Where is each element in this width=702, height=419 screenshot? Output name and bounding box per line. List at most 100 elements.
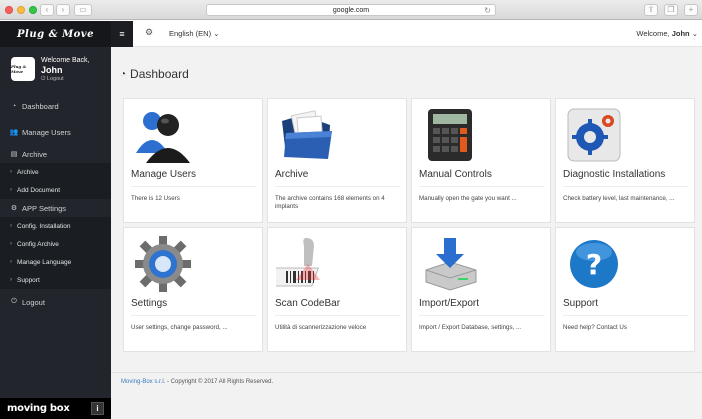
card-description: Manually open the gate you want ... [419, 186, 544, 203]
card-description: Need help? Contact Us [563, 315, 688, 332]
sidebar-subitem-add-document[interactable]: › Add Document [0, 181, 111, 199]
sidebar-item-app-settings[interactable]: ⚙ APP Settings [0, 199, 111, 217]
card-scan-codebar[interactable]: Scan CodeBar Utilità di scannerizzazione… [267, 227, 407, 352]
database-import-icon [425, 238, 477, 291]
avatar: Plug & Move [11, 57, 35, 81]
card-diagnostic-installations[interactable]: Diagnostic Installations Check battery l… [555, 98, 695, 223]
footer-divider [111, 372, 702, 373]
menu-toggle-button[interactable]: ≡ [111, 21, 133, 47]
sidebar-item-archive[interactable]: ▤ Archive [0, 145, 111, 163]
chevron-right-icon: › [10, 187, 12, 193]
sidebar-toggle-button[interactable]: ▭ [74, 4, 92, 16]
profile-logout-link[interactable]: ⏻ Logout [41, 75, 90, 83]
help-icon: ? [570, 240, 618, 288]
chevron-right-icon: › [10, 169, 12, 175]
gear-icon [135, 236, 191, 292]
card-description: Import / Export Database, settings, ... [419, 315, 544, 332]
brand-logo[interactable]: Plug & Move [0, 21, 111, 47]
settings-gears-icon[interactable]: ⚙ [145, 27, 153, 38]
reload-icon[interactable]: ↻ [484, 5, 491, 16]
main-content: ◔ Dashboard Manage Users There is 12 Use… [111, 47, 702, 419]
card-title: Diagnostic Installations [563, 169, 666, 180]
dashboard-icon: ◔ [120, 68, 127, 80]
settings-submenu: › Config. Installation › Config Archive › M… [0, 217, 111, 289]
sidebar-icon: ▭ [79, 5, 87, 14]
zoom-window-button[interactable] [29, 6, 37, 14]
sidebar-item-manage-users[interactable]: 👥 Manage Users [0, 119, 111, 145]
moving-box-logo: moving box [7, 403, 70, 414]
dashboard-icon: ◔ [11, 102, 17, 110]
info-button[interactable]: i [91, 402, 104, 415]
page-title: ◔ Dashboard [120, 67, 189, 81]
archive-submenu: › Archive › Add Document [0, 163, 111, 199]
card-description: The archive contains 168 elements on 4 i… [275, 186, 400, 211]
copyright-text: - Copyright © 2017 All Rights Reserved. [165, 379, 274, 385]
card-archive[interactable]: Archive The archive contains 168 element… [267, 98, 407, 223]
language-dropdown[interactable]: English (EN) ⌄ [169, 29, 220, 38]
barcode-scanner-icon [276, 238, 320, 287]
card-support[interactable]: ? Support Need help? Contact Us [555, 227, 695, 352]
footer-brand: moving box i [0, 398, 111, 419]
sidebar-subitem-support[interactable]: › Support [0, 271, 111, 289]
welcome-text: Welcome Back, [41, 57, 90, 64]
card-manage-users[interactable]: Manage Users There is 12 Users [123, 98, 263, 223]
new-tab-button[interactable]: + [684, 4, 698, 16]
calculator-icon [428, 109, 472, 161]
folder-icon [282, 110, 332, 159]
sidebar-subitem-config-installation[interactable]: › Config. Installation [0, 217, 111, 235]
chevron-right-icon: › [10, 241, 12, 247]
chevron-right-icon: › [10, 277, 12, 283]
sidebar-subitem-config-archive[interactable]: › Config Archive [0, 235, 111, 253]
gears-icon: ⚙ [10, 205, 18, 212]
users-icon: 👥 [9, 129, 19, 136]
chevron-right-icon: › [61, 5, 65, 14]
page-footer: Moving-Box s.r.l. - Copyright © 2017 All… [121, 379, 273, 385]
card-description: There is 12 Users [131, 186, 256, 203]
share-icon: ⇪ [647, 5, 655, 14]
chevron-left-icon: ‹ [45, 5, 49, 14]
card-title: Settings [131, 298, 168, 309]
user-menu[interactable]: Welcome, John ⌄ [636, 29, 698, 38]
address-bar[interactable]: google.com ↻ [206, 4, 496, 16]
url-text: google.com [332, 7, 370, 14]
tabs-button[interactable]: ❐ [664, 4, 678, 16]
forward-button[interactable]: › [56, 4, 70, 16]
chevron-down-icon: ⌄ [691, 29, 698, 38]
archive-icon: ▤ [10, 151, 18, 158]
card-description: Check battery level, last maintenance, .… [563, 186, 688, 203]
card-title: Manual Controls [419, 169, 492, 180]
card-title: Manage Users [131, 169, 197, 180]
sidebar-subitem-manage-language[interactable]: › Manage Language [0, 253, 111, 271]
close-window-button[interactable] [5, 6, 13, 14]
card-manual-controls[interactable]: Manual Controls Manually open the gate y… [411, 98, 551, 223]
top-navbar: ≡ ⚙ English (EN) ⌄ Welcome, John ⌄ [111, 21, 702, 47]
card-title: Archive [275, 169, 309, 180]
plus-icon: + [688, 5, 694, 14]
user-profile: Plug & Move Welcome Back, John ⏻ Logout [0, 47, 111, 93]
sidebar-item-dashboard[interactable]: ◔ Dashboard [0, 93, 111, 119]
browser-toolbar: ‹ › ▭ google.com ↻ ⇪ ❐ + [0, 0, 702, 20]
back-button[interactable]: ‹ [40, 4, 54, 16]
card-title: Import/Export [419, 298, 480, 309]
power-icon: ⏻ [11, 298, 17, 305]
card-import-export[interactable]: Import/Export Import / Export Database, … [411, 227, 551, 352]
share-button[interactable]: ⇪ [644, 4, 658, 16]
card-title: Support [563, 298, 599, 309]
diagnostic-gear-icon [567, 108, 621, 162]
card-description: Utilità di scannerizzazione veloce [275, 315, 400, 332]
sidebar-item-logout[interactable]: ⏻ Logout [0, 289, 111, 315]
users-icon [136, 112, 190, 163]
chevron-right-icon: › [10, 259, 12, 265]
username: John [41, 65, 63, 75]
chevron-right-icon: › [10, 223, 12, 229]
card-title: Scan CodeBar [275, 298, 341, 309]
card-description: User settings, change password, ... [131, 315, 256, 332]
tabs-icon: ❐ [667, 5, 675, 14]
hamburger-icon: ≡ [119, 29, 125, 39]
svg-text:?: ? [586, 248, 602, 281]
card-settings[interactable]: Settings User settings, change password,… [123, 227, 263, 352]
sidebar-subitem-archive[interactable]: › Archive [0, 163, 111, 181]
minimize-window-button[interactable] [17, 6, 25, 14]
company-link[interactable]: Moving-Box s.r.l. [121, 379, 165, 385]
sidebar: Plug & Move Plug & Move Welcome Back, Jo… [0, 21, 111, 419]
